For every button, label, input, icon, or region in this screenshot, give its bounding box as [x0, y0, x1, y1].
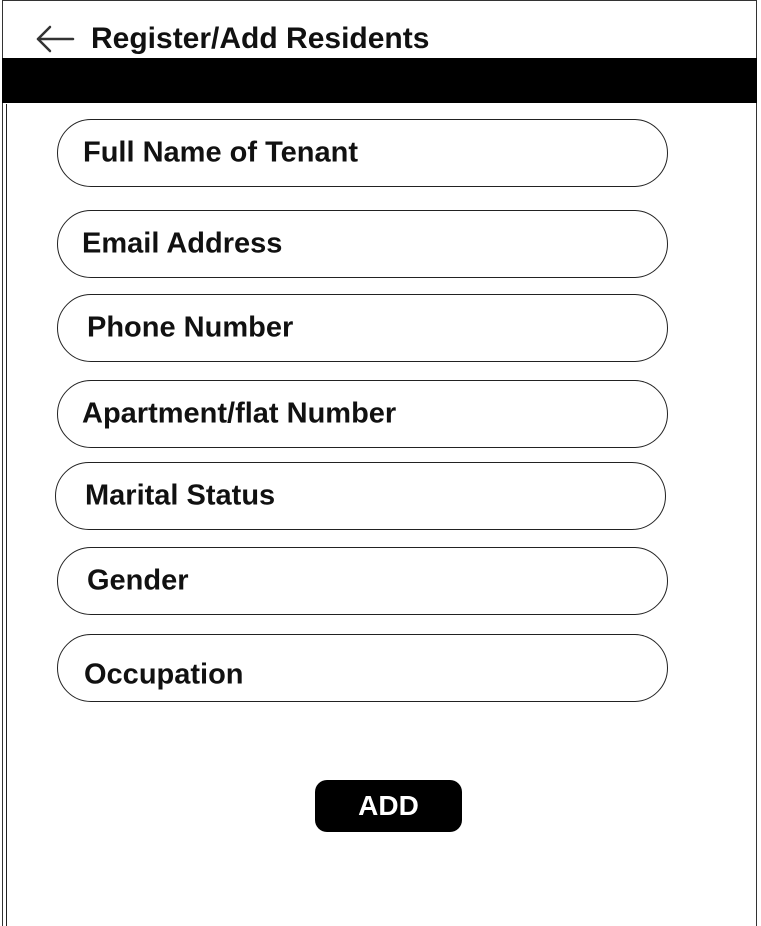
- apartment-placeholder: Apartment/flat Number: [82, 397, 397, 430]
- marital-status-placeholder: Marital Status: [85, 479, 276, 512]
- header-bar: [2, 58, 757, 103]
- apartment-field[interactable]: Apartment/flat Number: [57, 380, 668, 448]
- phone-field[interactable]: Phone Number: [57, 294, 668, 362]
- marital-status-field[interactable]: Marital Status: [55, 462, 666, 530]
- email-field[interactable]: Email Address: [57, 210, 668, 278]
- occupation-placeholder: Occupation: [84, 658, 244, 691]
- full-name-placeholder: Full Name of Tenant: [83, 136, 358, 169]
- email-placeholder: Email Address: [82, 227, 283, 260]
- occupation-field[interactable]: Occupation: [57, 634, 668, 702]
- gender-field[interactable]: Gender: [57, 547, 668, 615]
- arrow-left-icon[interactable]: [35, 24, 75, 54]
- app-header: Register/Add Residents: [2, 0, 757, 58]
- gender-placeholder: Gender: [87, 564, 189, 597]
- phone-placeholder: Phone Number: [87, 311, 294, 344]
- full-name-field[interactable]: Full Name of Tenant: [57, 119, 668, 187]
- add-button[interactable]: ADD: [315, 780, 462, 832]
- page-title: Register/Add Residents: [91, 22, 430, 55]
